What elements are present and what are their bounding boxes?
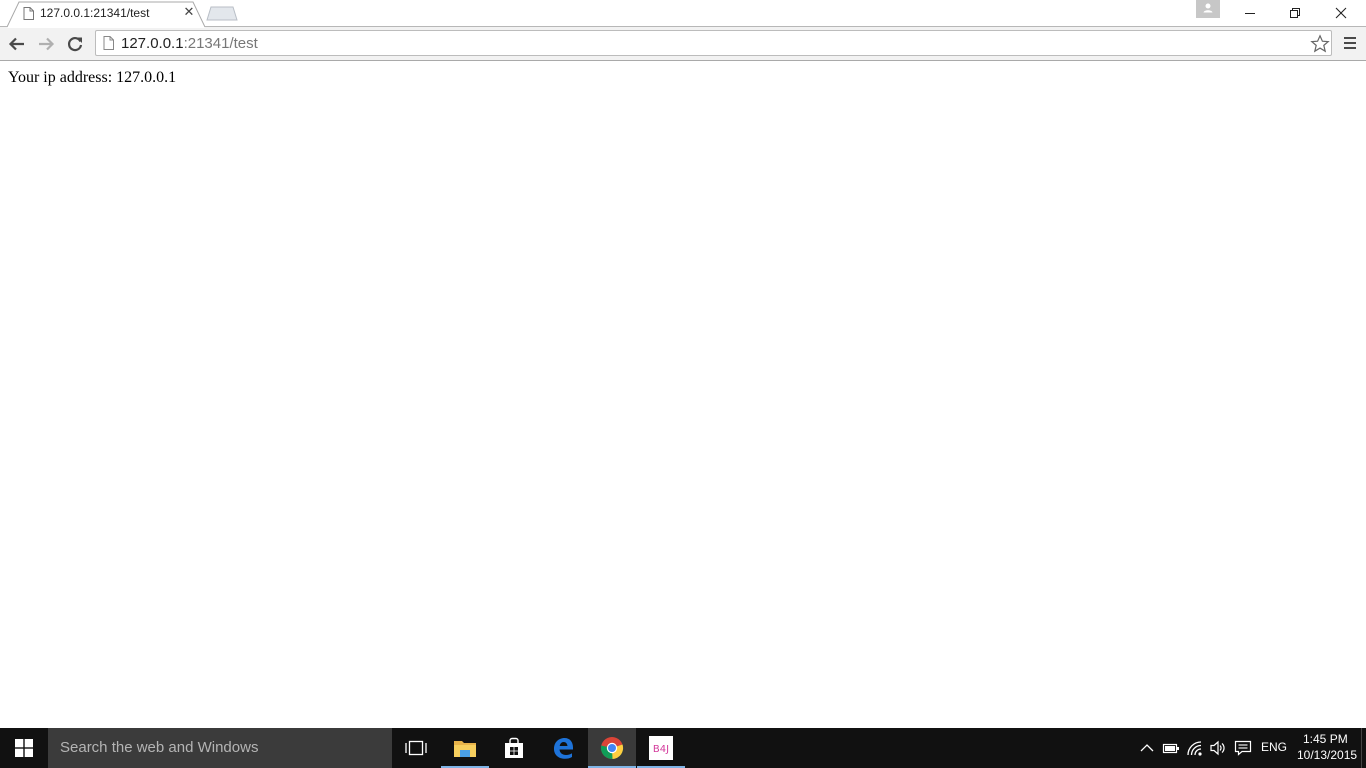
- tab-close-icon[interactable]: ✕: [183, 6, 195, 20]
- page-icon: [103, 36, 114, 50]
- bookmark-star-icon[interactable]: [1310, 34, 1330, 54]
- store-bag-icon: [505, 737, 523, 758]
- b4j-taskbar-button[interactable]: B4J: [637, 728, 685, 768]
- notification-icon: [1234, 740, 1252, 756]
- edge-browser-button[interactable]: [539, 728, 587, 768]
- hamburger-menu-icon: [1344, 37, 1356, 49]
- battery-tray-icon[interactable]: [1161, 738, 1181, 758]
- file-explorer-button[interactable]: [441, 728, 489, 768]
- volume-tray-icon[interactable]: [1208, 738, 1228, 758]
- b4j-app-icon: B4J: [649, 736, 673, 760]
- folder-icon: [454, 741, 476, 757]
- browser-toolbar: 127.0.0.1:21341/test: [0, 27, 1366, 61]
- taskbar-search-box[interactable]: Search the web and Windows: [48, 728, 392, 768]
- action-center-button[interactable]: [1233, 738, 1253, 758]
- page-favicon-icon: [23, 7, 34, 20]
- start-button[interactable]: [0, 728, 48, 768]
- task-view-icon: [405, 740, 427, 756]
- forward-button[interactable]: [34, 32, 58, 56]
- edge-icon: [554, 738, 573, 759]
- forward-arrow-icon: [39, 37, 55, 51]
- url-text[interactable]: 127.0.0.1:21341/test: [121, 35, 258, 52]
- minimize-icon: [1245, 13, 1255, 14]
- address-bar[interactable]: 127.0.0.1:21341/test: [95, 30, 1332, 56]
- chrome-icon: [600, 737, 624, 760]
- restore-icon: [1290, 8, 1300, 18]
- restore-button[interactable]: [1272, 0, 1318, 26]
- input-language-indicator[interactable]: ENG: [1261, 740, 1287, 754]
- tab-title: 127.0.0.1:21341/test: [40, 6, 150, 20]
- profile-avatar-icon: [1203, 3, 1213, 13]
- url-path: :21341/test: [183, 35, 258, 52]
- task-view-button[interactable]: [392, 728, 440, 768]
- back-arrow-icon: [8, 37, 24, 51]
- ip-address-text: Your ip address: 127.0.0.1: [8, 69, 177, 86]
- reload-icon: [67, 37, 83, 52]
- show-hidden-icons-button[interactable]: [1137, 738, 1157, 758]
- battery-icon: [1162, 743, 1179, 754]
- close-window-button[interactable]: [1318, 0, 1364, 26]
- store-button[interactable]: [490, 728, 538, 768]
- browser-tab-active[interactable]: 127.0.0.1:21341/test ✕: [7, 1, 205, 28]
- new-tab-button[interactable]: [206, 6, 238, 21]
- close-icon: [1335, 7, 1347, 19]
- show-desktop-button[interactable]: [1361, 728, 1366, 768]
- b4j-label: B4J: [653, 744, 669, 755]
- clock-time[interactable]: 1:45 PM: [1303, 732, 1348, 746]
- chevron-up-icon: [1140, 744, 1154, 752]
- minimize-button[interactable]: [1227, 0, 1273, 26]
- page-content: Your ip address: 127.0.0.1: [0, 62, 1366, 728]
- profile-button[interactable]: [1196, 0, 1220, 18]
- speaker-icon: [1210, 740, 1225, 756]
- clock-date[interactable]: 10/13/2015: [1297, 748, 1357, 762]
- search-placeholder: Search the web and Windows: [60, 739, 259, 756]
- reload-button[interactable]: [63, 32, 87, 56]
- chrome-taskbar-button[interactable]: [588, 728, 636, 768]
- network-tray-icon[interactable]: [1185, 738, 1205, 758]
- chrome-menu-button[interactable]: [1340, 33, 1360, 53]
- back-button[interactable]: [5, 32, 29, 56]
- url-host: 127.0.0.1: [121, 35, 184, 52]
- wifi-icon: [1187, 741, 1202, 756]
- windows-taskbar: Search the web and Windows B4J ENG 1:45 …: [0, 728, 1366, 768]
- windows-logo-icon: [15, 739, 33, 757]
- browser-titlebar: 127.0.0.1:21341/test ✕: [0, 0, 1366, 28]
